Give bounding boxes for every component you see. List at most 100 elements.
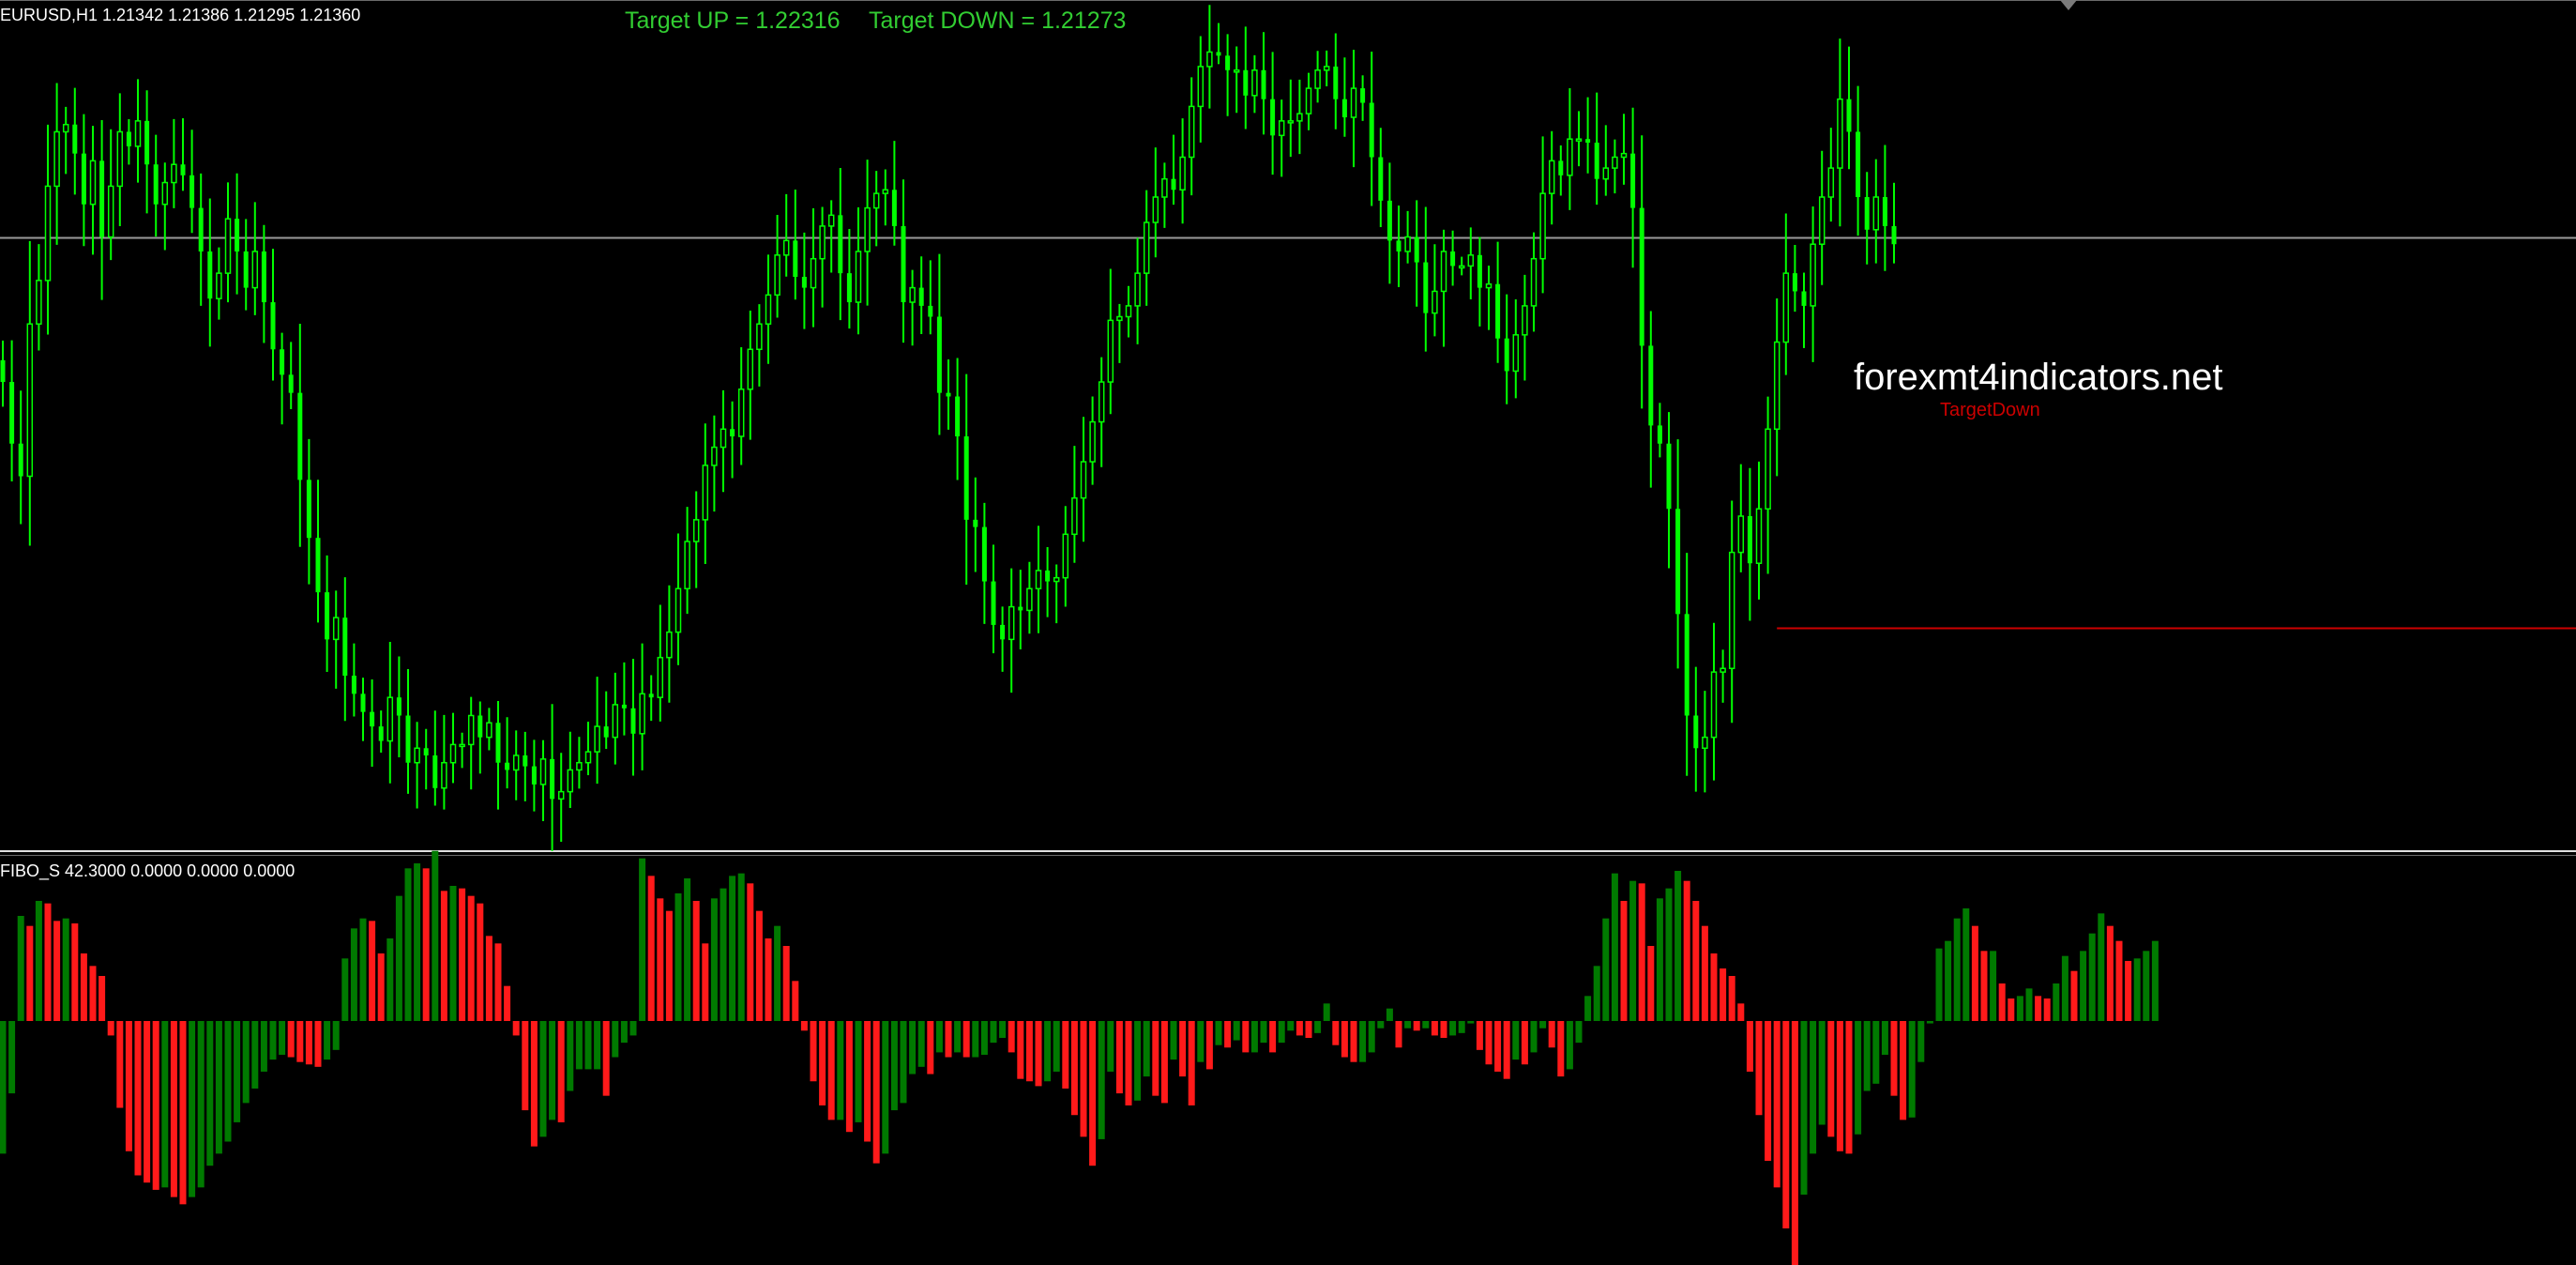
candle-body-bull [864,206,871,252]
histogram-bar [1908,1021,1916,1118]
chart-window[interactable]: EURUSD,H1 1.21342 1.21386 1.21295 1.2136… [0,0,2576,1265]
histogram-bar [575,1021,583,1070]
candle-body-bull [756,323,763,351]
candle-body-bull [1548,160,1555,194]
histogram-bar [855,1021,862,1122]
histogram-bar [459,888,466,1021]
candle-body-bull [539,758,547,785]
histogram-bar [1115,1021,1123,1094]
histogram-bar [1134,1021,1142,1101]
histogram-bar [1413,1021,1420,1031]
candle-body-bull [1305,87,1312,114]
histogram-bar [882,1021,889,1154]
candle-body-bull [134,120,142,147]
candle-body-bear [1747,516,1752,564]
histogram-bar [1278,1021,1285,1044]
histogram-bar [819,1021,826,1105]
histogram-bar [440,891,447,1021]
candle-body-bull [1530,257,1538,307]
histogram-bar [557,1021,565,1122]
histogram-bar [900,1021,907,1104]
histogram-bar [504,985,511,1021]
candle-body-bull [747,348,754,390]
shift-marker-icon[interactable] [2060,0,2077,10]
candle-body-bull [1098,381,1105,423]
histogram-bar [269,1021,277,1060]
candle-body-bear [550,758,555,800]
histogram-bar [665,910,673,1021]
histogram-bar [467,895,475,1021]
candle-body-bear [1558,160,1564,175]
candle-body-bear [370,711,375,727]
histogram-bar [1990,951,1997,1021]
histogram-bar [2106,925,2114,1021]
histogram-bar [332,1021,340,1050]
candle-body-bear [153,164,159,205]
histogram-bar [674,893,682,1021]
candle-body-bull [1143,221,1150,274]
histogram-bar [567,1021,574,1091]
candle-body-bear [838,215,843,274]
candle-body-bull [674,587,682,633]
candle-body-bear [235,219,240,251]
histogram-bar [422,868,430,1021]
histogram-bar [62,918,69,1021]
histogram-bar [1359,1021,1367,1062]
candle-body-bull [1440,251,1447,293]
candle-body-bull [1314,69,1321,89]
candle-body-bull [666,631,673,659]
histogram-bar [161,1021,169,1188]
histogram-bar [144,1021,151,1183]
histogram-bar [1980,951,1988,1021]
candle-body-bull [1206,51,1213,68]
candle-body-bear [1801,291,1807,306]
candle-body-bear [297,392,303,480]
histogram-bar [107,1021,114,1036]
price-chart[interactable] [0,0,2576,1265]
candle-body-bear [72,124,78,154]
candle-body-bull [1080,461,1087,499]
candle-body-bull [44,185,52,282]
histogram-bar [990,1021,997,1044]
histogram-bar [1584,996,1592,1021]
candle-body-bull [1737,515,1745,554]
candle-body-bull [576,761,583,771]
candle-body-bear [1378,157,1384,201]
histogram-bar [116,1021,124,1108]
candle-body-bear [1693,715,1699,749]
candle-body-bear [1792,273,1797,292]
histogram-bar [1467,1021,1475,1024]
candle-body-bull [26,323,34,478]
histogram-bar [1998,983,2006,1021]
histogram-bar [755,910,763,1021]
histogram-bar [629,1021,637,1036]
histogram-bar [765,938,772,1021]
candle-body-bull [1522,305,1528,336]
candle-body-bear [325,592,330,640]
candle-body-bear [1495,283,1501,339]
histogram-bar [1179,1021,1187,1077]
candle-body-bull [855,251,862,303]
candle-body-bull [882,189,889,194]
candle-body-bear [1000,624,1006,640]
histogram-bar [2151,940,2159,1021]
histogram-bar [1656,898,1663,1021]
candle-body-bull [872,192,880,209]
histogram-bar [1665,888,1673,1021]
candle-body-bull [251,251,259,289]
candle-body-bear [180,164,186,175]
candle-body-bull [1179,156,1186,191]
candle-body-bear [901,225,906,303]
histogram-bar [2143,951,2150,1021]
candle-body-bear [1846,99,1852,132]
histogram-bar [1250,1021,1258,1053]
histogram-bar [2080,951,2087,1021]
histogram-bar [1638,883,1645,1021]
candle-body-bull [1612,156,1618,169]
histogram-bar [954,1021,962,1053]
target-line-label: TargetDown [1940,400,2040,420]
candle-body-bear [1369,102,1374,158]
histogram-bar [1188,1021,1195,1105]
candle-body-bull [1323,66,1330,71]
histogram-bar [1890,1021,1898,1096]
